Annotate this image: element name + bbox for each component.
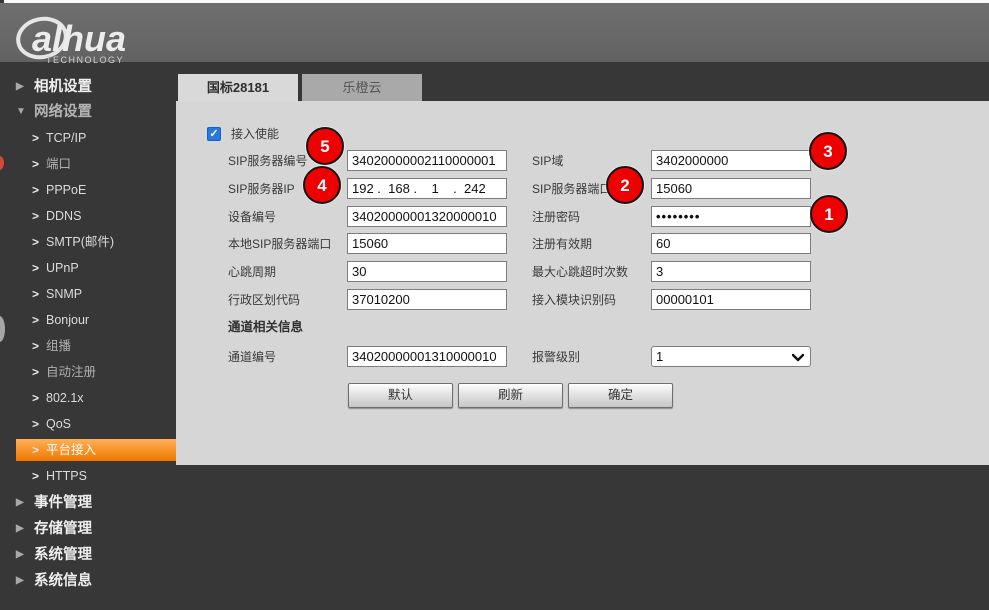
chevron-right-icon: >: [32, 285, 46, 303]
access-module-id-input[interactable]: [651, 289, 811, 310]
sip-server-port-input[interactable]: [651, 178, 811, 199]
chevron-right-icon: >: [32, 415, 46, 433]
sidebar-item-bonjour[interactable]: >Bonjour: [32, 311, 89, 329]
heartbeat-period-label: 心跳周期: [228, 264, 276, 280]
chevron-right-icon: >: [32, 259, 46, 277]
annotation-circle-1: 1: [810, 195, 848, 233]
channel-section-header: 通道相关信息: [228, 316, 303, 335]
enable-access-label: 接入使能: [231, 126, 279, 142]
sip-server-port-label: SIP服务器端口: [532, 181, 611, 197]
chevron-down-icon: [792, 353, 804, 362]
chevron-right-icon: >: [32, 155, 46, 173]
sip-server-ip-input[interactable]: [347, 178, 507, 199]
default-button[interactable]: 默认: [348, 383, 453, 408]
left-edge-red-artifact: [0, 156, 4, 170]
local-sip-port-input[interactable]: [347, 233, 507, 254]
chevron-right-icon: >: [32, 467, 46, 485]
alarm-level-label: 报警级别: [532, 349, 580, 365]
tab-gb28181[interactable]: 国标28181: [178, 74, 298, 101]
annotation-circle-5: 5: [306, 127, 344, 165]
max-heartbeat-timeout-input[interactable]: [651, 261, 811, 282]
sip-server-id-label: SIP服务器编号: [228, 153, 307, 169]
sidebar-item-camera-settings[interactable]: ▶相机设置: [16, 78, 92, 96]
channel-id-label: 通道编号: [228, 349, 276, 365]
register-validity-input[interactable]: [651, 233, 811, 254]
dahua-logo: alhua TECHNOLOGY: [12, 14, 202, 66]
channel-id-input[interactable]: [347, 346, 507, 367]
region-code-label: 行政区划代码: [228, 292, 300, 308]
chevron-right-icon: >: [32, 181, 46, 199]
chevron-right-icon: >: [32, 389, 46, 407]
sidebar-item-tcpip[interactable]: >TCP/IP: [32, 129, 86, 147]
annotation-circle-2: 2: [606, 166, 644, 204]
register-validity-label: 注册有效期: [532, 236, 592, 252]
region-code-input[interactable]: [347, 289, 507, 310]
triangle-right-icon: ▶: [16, 520, 34, 538]
triangle-right-icon: ▶: [16, 78, 34, 96]
access-module-id-label: 接入模块识别码: [532, 292, 616, 308]
max-heartbeat-timeout-label: 最大心跳超时次数: [532, 264, 628, 280]
confirm-button[interactable]: 确定: [568, 383, 673, 408]
sidebar-item-event-management[interactable]: ▶事件管理: [16, 494, 92, 512]
sidebar-item-smtp[interactable]: >SMTP(邮件): [32, 233, 114, 251]
sidebar-item-qos[interactable]: >QoS: [32, 415, 71, 433]
local-sip-port-label: 本地SIP服务器端口: [228, 236, 331, 252]
sidebar-item-8021x[interactable]: >802.1x: [32, 389, 84, 407]
sidebar-item-system-info[interactable]: ▶系统信息: [16, 572, 92, 590]
sidebar-item-upnp[interactable]: >UPnP: [32, 259, 79, 277]
register-password-label: 注册密码: [532, 209, 580, 225]
chevron-right-icon: >: [32, 129, 46, 147]
enable-access-checkbox[interactable]: ✓: [207, 127, 221, 141]
chevron-right-icon: >: [32, 363, 46, 381]
logo-subtext: TECHNOLOGY: [46, 55, 124, 65]
logo-text: alhua: [32, 18, 126, 59]
sidebar-item-storage-management[interactable]: ▶存储管理: [16, 520, 92, 538]
register-password-input[interactable]: [651, 206, 811, 227]
triangle-right-icon: ▶: [16, 494, 34, 512]
sidebar-item-auto-register[interactable]: >自动注册: [32, 363, 96, 381]
sidebar-item-platform-access[interactable]: >平台接入: [32, 441, 96, 459]
triangle-down-icon: ▼: [16, 103, 34, 121]
sidebar-item-port[interactable]: >端口: [32, 155, 71, 173]
triangle-right-icon: ▶: [16, 546, 34, 564]
header-bar: alhua TECHNOLOGY: [0, 3, 989, 62]
sip-server-id-input[interactable]: [347, 150, 507, 171]
sidebar-item-https[interactable]: >HTTPS: [32, 467, 87, 485]
left-edge-gray-artifact: [0, 316, 5, 342]
annotation-circle-4: 4: [303, 166, 341, 204]
sidebar-item-multicast[interactable]: >组播: [32, 337, 71, 355]
triangle-right-icon: ▶: [16, 572, 34, 590]
sidebar-item-network-settings[interactable]: ▼网络设置: [16, 103, 92, 121]
chevron-right-icon: >: [32, 233, 46, 251]
device-id-input[interactable]: [347, 206, 507, 227]
sip-server-ip-label: SIP服务器IP: [228, 181, 295, 197]
chevron-right-icon: >: [32, 337, 46, 355]
sidebar-item-ddns[interactable]: >DDNS: [32, 207, 81, 225]
sip-domain-input[interactable]: [651, 150, 811, 171]
sip-domain-label: SIP域: [532, 153, 563, 169]
heartbeat-period-input[interactable]: [347, 261, 507, 282]
refresh-button[interactable]: 刷新: [458, 383, 563, 408]
chevron-right-icon: >: [32, 441, 46, 459]
chevron-right-icon: >: [32, 207, 46, 225]
check-icon: ✓: [209, 128, 218, 140]
chevron-right-icon: >: [32, 311, 46, 329]
tab-lechengyun[interactable]: 乐橙云: [302, 74, 422, 101]
sidebar-item-system-management[interactable]: ▶系统管理: [16, 546, 92, 564]
sidebar-item-pppoe[interactable]: >PPPoE: [32, 181, 86, 199]
device-id-label: 设备编号: [228, 209, 276, 225]
annotation-circle-3: 3: [809, 132, 847, 170]
sidebar-item-snmp[interactable]: >SNMP: [32, 285, 82, 303]
alarm-level-select[interactable]: 1: [651, 346, 811, 367]
